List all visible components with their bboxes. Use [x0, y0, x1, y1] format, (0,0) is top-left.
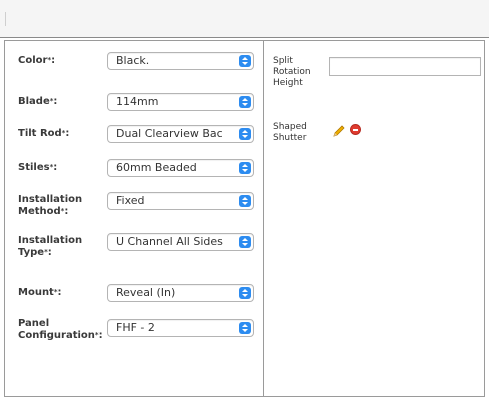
panel-configuration-select-value: FHF - 2 — [116, 321, 155, 334]
stiles-select-value: 60mm Beaded — [116, 161, 197, 174]
field-label-blade: Blade*: — [18, 96, 58, 107]
updown-chevron-icon — [239, 287, 251, 299]
blade-select-value: 114mm — [116, 95, 159, 108]
tilt-rod-select[interactable]: Dual Clearview Bac — [107, 125, 254, 143]
pencil-icon-graphic — [333, 125, 345, 137]
field-label-color: Color*: — [18, 55, 56, 66]
installation-method-select-value: Fixed — [116, 194, 145, 207]
extra-options: Split Rotation Height Shaped Shutter — [264, 40, 484, 397]
pencil-icon[interactable] — [332, 123, 346, 137]
updown-chevron-icon — [239, 162, 251, 174]
field-label-installation-method: Installation Method*: — [18, 194, 83, 217]
installation-method-select[interactable]: Fixed — [107, 192, 254, 210]
updown-chevron-icon — [239, 96, 251, 108]
blade-select[interactable]: 114mm — [107, 93, 254, 111]
top-bar — [0, 0, 489, 38]
installation-type-select-value: U Channel All Sides — [116, 235, 223, 248]
stiles-select[interactable]: 60mm Beaded — [107, 159, 254, 177]
tilt-rod-select-value: Dual Clearview Bac — [116, 127, 223, 140]
mount-select[interactable]: Reveal (In) — [107, 284, 254, 302]
field-label-tilt-rod: Tilt Rod*: — [18, 128, 70, 139]
split-rotation-height-label: Split Rotation Height — [273, 56, 311, 88]
panel-configuration-select[interactable]: FHF - 2 — [107, 319, 254, 337]
field-label-installation-type: Installation Type*: — [18, 235, 83, 258]
split-rotation-height-input[interactable] — [329, 57, 481, 76]
options-form: Color*: Black. Blade*: 114mm Tilt Rod*: … — [5, 40, 263, 397]
color-select-value: Black. — [116, 54, 150, 67]
resize-handle[interactable] — [2, 12, 6, 26]
updown-chevron-icon — [239, 236, 251, 248]
updown-chevron-icon — [239, 55, 251, 67]
updown-chevron-icon — [239, 195, 251, 207]
field-label-stiles: Stiles*: — [18, 162, 58, 173]
shaped-shutter-label: Shaped Shutter — [273, 122, 307, 143]
updown-chevron-icon — [239, 128, 251, 140]
field-label-panel-configuration: Panel Configuration*: — [18, 318, 103, 341]
color-select[interactable]: Black. — [107, 52, 254, 70]
updown-chevron-icon — [239, 322, 251, 334]
field-label-mount: Mount*: — [18, 287, 62, 298]
remove-icon[interactable] — [350, 124, 361, 135]
mount-select-value: Reveal (In) — [116, 286, 176, 299]
installation-type-select[interactable]: U Channel All Sides — [107, 233, 254, 251]
